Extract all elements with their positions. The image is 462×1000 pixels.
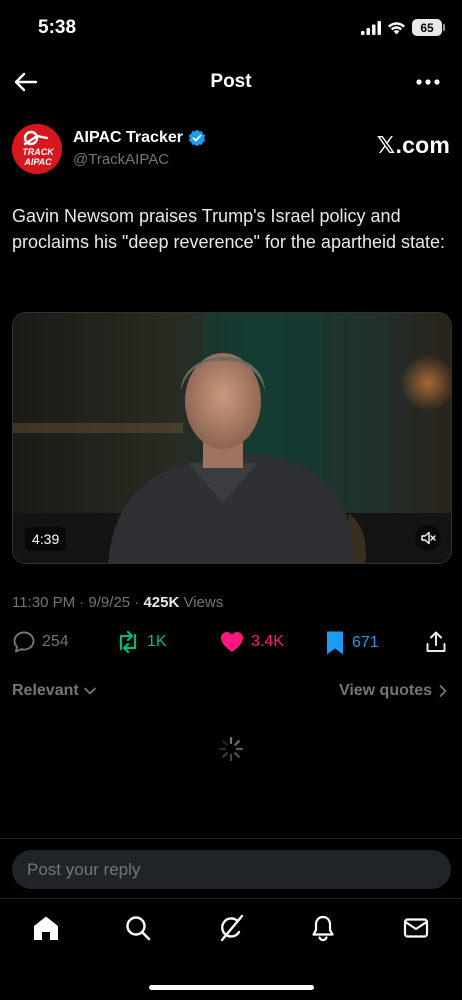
repost-button[interactable]: 1K <box>115 630 167 654</box>
verified-badge-icon <box>188 129 206 147</box>
like-button[interactable]: 3.4K <box>219 630 284 654</box>
loading-spinner-icon <box>218 736 244 762</box>
tab-search[interactable] <box>123 913 153 943</box>
search-icon <box>126 916 151 941</box>
author-handle[interactable]: @TrackAIPAC <box>73 151 169 168</box>
wifi-icon <box>388 21 405 34</box>
mute-button[interactable] <box>415 525 441 551</box>
status-icons: 65 <box>361 19 445 36</box>
x-com-label: 𝕏.com <box>376 132 450 158</box>
signal-icon <box>361 20 381 35</box>
bookmark-filled-icon <box>327 631 343 655</box>
bookmark-button[interactable]: 671 <box>324 630 379 656</box>
grok-icon <box>220 914 244 942</box>
speaker-muted-icon <box>421 531 436 545</box>
author-name-text: AIPAC Tracker <box>73 129 183 146</box>
views-label: Views <box>179 594 224 611</box>
repost-count: 1K <box>147 633 167 650</box>
bell-icon <box>312 915 334 942</box>
view-quotes-link[interactable]: View quotes <box>339 682 448 700</box>
tab-home[interactable] <box>31 913 61 943</box>
post-meta: 11:30 PM · 9/9/25 · 425K Views <box>12 594 223 611</box>
reply-sort-dropdown[interactable]: Relevant <box>12 682 97 700</box>
status-bar: 5:38 65 <box>0 0 462 58</box>
avatar-logo: TRACK AIPAC <box>12 124 62 174</box>
post-header: Post <box>0 58 462 106</box>
reply-sort-label: Relevant <box>12 682 79 699</box>
reply-input[interactable] <box>12 850 451 889</box>
more-horizontal-icon <box>416 79 440 85</box>
bookmark-count: 671 <box>352 634 379 651</box>
status-time: 5:38 <box>38 17 77 38</box>
mail-icon <box>403 918 429 938</box>
avatar-text-aipac: AIPAC <box>23 157 52 167</box>
reply-button[interactable]: 254 <box>12 630 69 654</box>
share-icon <box>426 631 446 652</box>
home-indicator <box>149 985 314 990</box>
repost-icon <box>119 630 137 654</box>
tab-messages[interactable] <box>401 913 431 943</box>
reply-count: 254 <box>42 633 69 650</box>
tab-notifications[interactable] <box>308 913 338 943</box>
share-button[interactable] <box>424 630 448 654</box>
chevron-right-icon <box>439 685 447 697</box>
chevron-down-icon <box>83 687 96 695</box>
reply-bubble-icon <box>13 631 35 653</box>
video-duration: 4:39 <box>25 527 67 551</box>
post-text: Gavin Newsom praises Trump's Israel poli… <box>12 206 446 252</box>
view-quotes-label: View quotes <box>338 682 432 699</box>
views-count: 425K <box>143 594 180 611</box>
reply-composer <box>0 838 462 898</box>
action-bar: 254 1K 3.4K 671 <box>12 630 450 658</box>
like-count: 3.4K <box>251 633 284 650</box>
post-author: TRACK AIPAC AIPAC Tracker @TrackAIPAC 𝕏.… <box>12 124 450 176</box>
heart-filled-icon <box>221 632 243 652</box>
bottom-tab-bar <box>0 898 462 1000</box>
avatar-text-track: TRACK <box>22 147 55 157</box>
tab-grok[interactable] <box>216 913 246 943</box>
home-icon <box>34 916 58 940</box>
author-name[interactable]: AIPAC Tracker <box>73 129 206 147</box>
avatar[interactable]: TRACK AIPAC <box>12 124 62 174</box>
video-player[interactable]: 4:39 <box>12 312 452 564</box>
video-thumbnail <box>13 313 451 563</box>
page-title: Post <box>210 71 252 92</box>
battery-indicator: 65 <box>412 19 445 36</box>
more-options-button[interactable] <box>414 70 442 94</box>
post-timestamp: 11:30 PM · 9/9/25 · <box>12 594 144 611</box>
